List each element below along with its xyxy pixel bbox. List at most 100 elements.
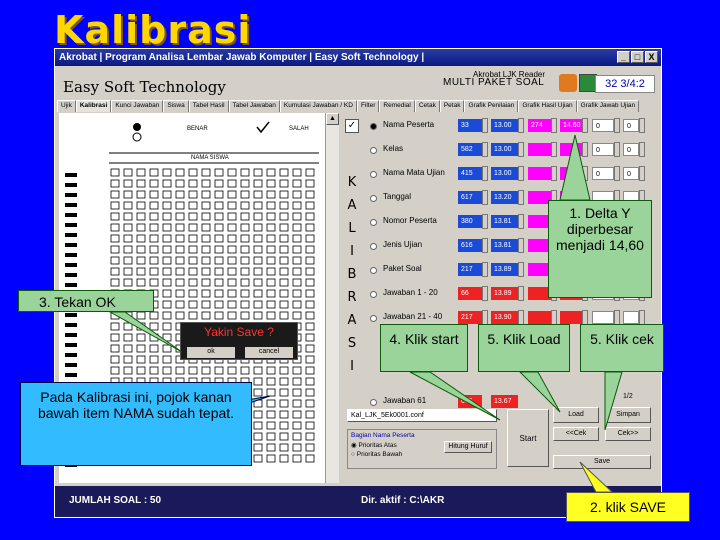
row-field-b[interactable]: 0	[623, 143, 639, 156]
row-spin[interactable]	[551, 118, 557, 133]
tab-ujik[interactable]: Ujik	[57, 100, 76, 112]
row-field-a[interactable]: 0	[592, 143, 614, 156]
tab-petak[interactable]: Petak	[439, 100, 465, 112]
start-button[interactable]: Start	[507, 409, 549, 467]
tab-grafik-penilaian[interactable]: Grafik Penilaian	[464, 100, 519, 112]
row-spin[interactable]	[551, 310, 557, 325]
row-field-dx[interactable]: 13.89	[491, 287, 518, 300]
vertical-scrollbar[interactable]: ▲	[325, 113, 339, 483]
prev-cek-button[interactable]: <<Cek	[553, 427, 599, 441]
row-field-y[interactable]	[528, 167, 551, 180]
row-field-dx[interactable]: 13.81	[491, 239, 518, 252]
row-spin[interactable]	[614, 310, 620, 325]
load-button[interactable]: Load	[553, 407, 599, 423]
row-radio[interactable]	[370, 243, 377, 250]
row-field-dx[interactable]: 13.20	[491, 191, 518, 204]
row-spin[interactable]	[518, 190, 524, 205]
tab-kumulasi[interactable]: Kumulasi Jawaban / KD	[279, 100, 357, 112]
dialog-ok-button[interactable]: ok	[187, 347, 235, 358]
row-spin[interactable]	[482, 286, 488, 301]
row-spin[interactable]	[582, 118, 588, 133]
row-field-x[interactable]: 617	[458, 191, 482, 204]
row-spin[interactable]	[518, 286, 524, 301]
simpan-button[interactable]: Simpan	[605, 407, 651, 423]
row-field-dy[interactable]	[560, 167, 582, 180]
row-field-x[interactable]: 616	[458, 239, 482, 252]
close-button[interactable]: X	[645, 51, 658, 63]
row-spin[interactable]	[482, 190, 488, 205]
row-field-b[interactable]	[623, 311, 639, 324]
row-spin[interactable]	[518, 262, 524, 277]
row-spin[interactable]	[482, 142, 488, 157]
row-field-a[interactable]: 0	[592, 119, 614, 132]
row-field-dx[interactable]: 13.81	[491, 215, 518, 228]
row-radio[interactable]	[370, 291, 377, 298]
row-spin[interactable]	[518, 238, 524, 253]
tab-tabel-jawaban[interactable]: Tabel Jawaban	[228, 100, 280, 112]
row-spin[interactable]	[518, 118, 524, 133]
row-field-a[interactable]	[592, 311, 614, 324]
row-spin[interactable]	[482, 262, 488, 277]
tab-tabel-hasil[interactable]: Tabel Hasil	[188, 100, 229, 112]
row-field-a[interactable]: 0	[592, 167, 614, 180]
row-spin[interactable]	[482, 214, 488, 229]
tab-kalibrasi[interactable]: Kalibrasi	[75, 100, 112, 112]
pencil-icon[interactable]	[559, 74, 577, 92]
next-cek-button[interactable]: Cek>>	[605, 427, 651, 441]
row-radio[interactable]	[370, 123, 377, 130]
row-radio[interactable]	[370, 147, 377, 154]
tab-grafik-hasil[interactable]: Grafik Hasil Ujian	[518, 100, 577, 112]
dialog-cancel-button[interactable]: cancel	[245, 347, 293, 358]
row-radio[interactable]	[370, 195, 377, 202]
config-file-field[interactable]: Kal_LJK_5Ek0001.conf	[347, 409, 497, 422]
row-field-x[interactable]: 217	[458, 263, 482, 276]
row-checkbox[interactable]: ✓	[345, 119, 359, 133]
hitung-huruf-button[interactable]: Hitung Huruf	[444, 441, 492, 453]
row-spin[interactable]	[639, 310, 645, 325]
row-spin[interactable]	[518, 214, 524, 229]
row-field-dx[interactable]: 13.89	[491, 263, 518, 276]
row-spin[interactable]	[639, 142, 645, 157]
row-field-x[interactable]: 33	[458, 119, 482, 132]
row-field-b[interactable]: 0	[623, 119, 639, 132]
row-field-x[interactable]: 217	[458, 311, 482, 324]
row-spin[interactable]	[551, 166, 557, 181]
row-field-dy[interactable]: 14.60	[560, 119, 582, 132]
row-field-dx[interactable]: 13.00	[491, 143, 518, 156]
row-field-y[interactable]	[528, 143, 551, 156]
maximize-button[interactable]: □	[631, 51, 644, 63]
tab-siswa[interactable]: Siswa	[163, 100, 189, 112]
row-spin[interactable]	[482, 238, 488, 253]
row-spin[interactable]	[582, 142, 588, 157]
row-spin[interactable]	[482, 310, 488, 325]
row-spin[interactable]	[518, 310, 524, 325]
row-field-x[interactable]: 66	[458, 287, 482, 300]
tab-kunci-jawaban[interactable]: Kunci Jawaban	[111, 100, 164, 112]
row-spin[interactable]	[482, 166, 488, 181]
row-field-dy[interactable]	[560, 143, 582, 156]
row-spin[interactable]	[614, 166, 620, 181]
tab-grafik-jawab[interactable]: Grafik Jawab Ujian	[576, 100, 640, 112]
row-field-dy[interactable]	[560, 311, 582, 324]
row-field-x[interactable]: 380	[458, 215, 482, 228]
row-spin[interactable]	[639, 166, 645, 181]
row-radio[interactable]	[370, 219, 377, 226]
row-spin[interactable]	[639, 118, 645, 133]
row-spin[interactable]	[614, 142, 620, 157]
save-button[interactable]: Save	[553, 455, 651, 469]
row-spin[interactable]	[582, 166, 588, 181]
row-field-dx[interactable]: 13.00	[491, 167, 518, 180]
row-field-dx[interactable]: 13.00	[491, 119, 518, 132]
row-spin[interactable]	[518, 166, 524, 181]
row-field-y[interactable]: 274	[528, 119, 551, 132]
row-spin[interactable]	[582, 310, 588, 325]
row-radio[interactable]	[370, 267, 377, 274]
row-spin[interactable]	[518, 142, 524, 157]
row-field-y[interactable]	[528, 311, 551, 324]
row-radio[interactable]	[370, 171, 377, 178]
row-field-x[interactable]: 582	[458, 143, 482, 156]
scroll-up-arrow[interactable]: ▲	[326, 113, 339, 125]
row-spin[interactable]	[551, 142, 557, 157]
minimize-button[interactable]: _	[617, 51, 630, 63]
row-spin[interactable]	[614, 118, 620, 133]
